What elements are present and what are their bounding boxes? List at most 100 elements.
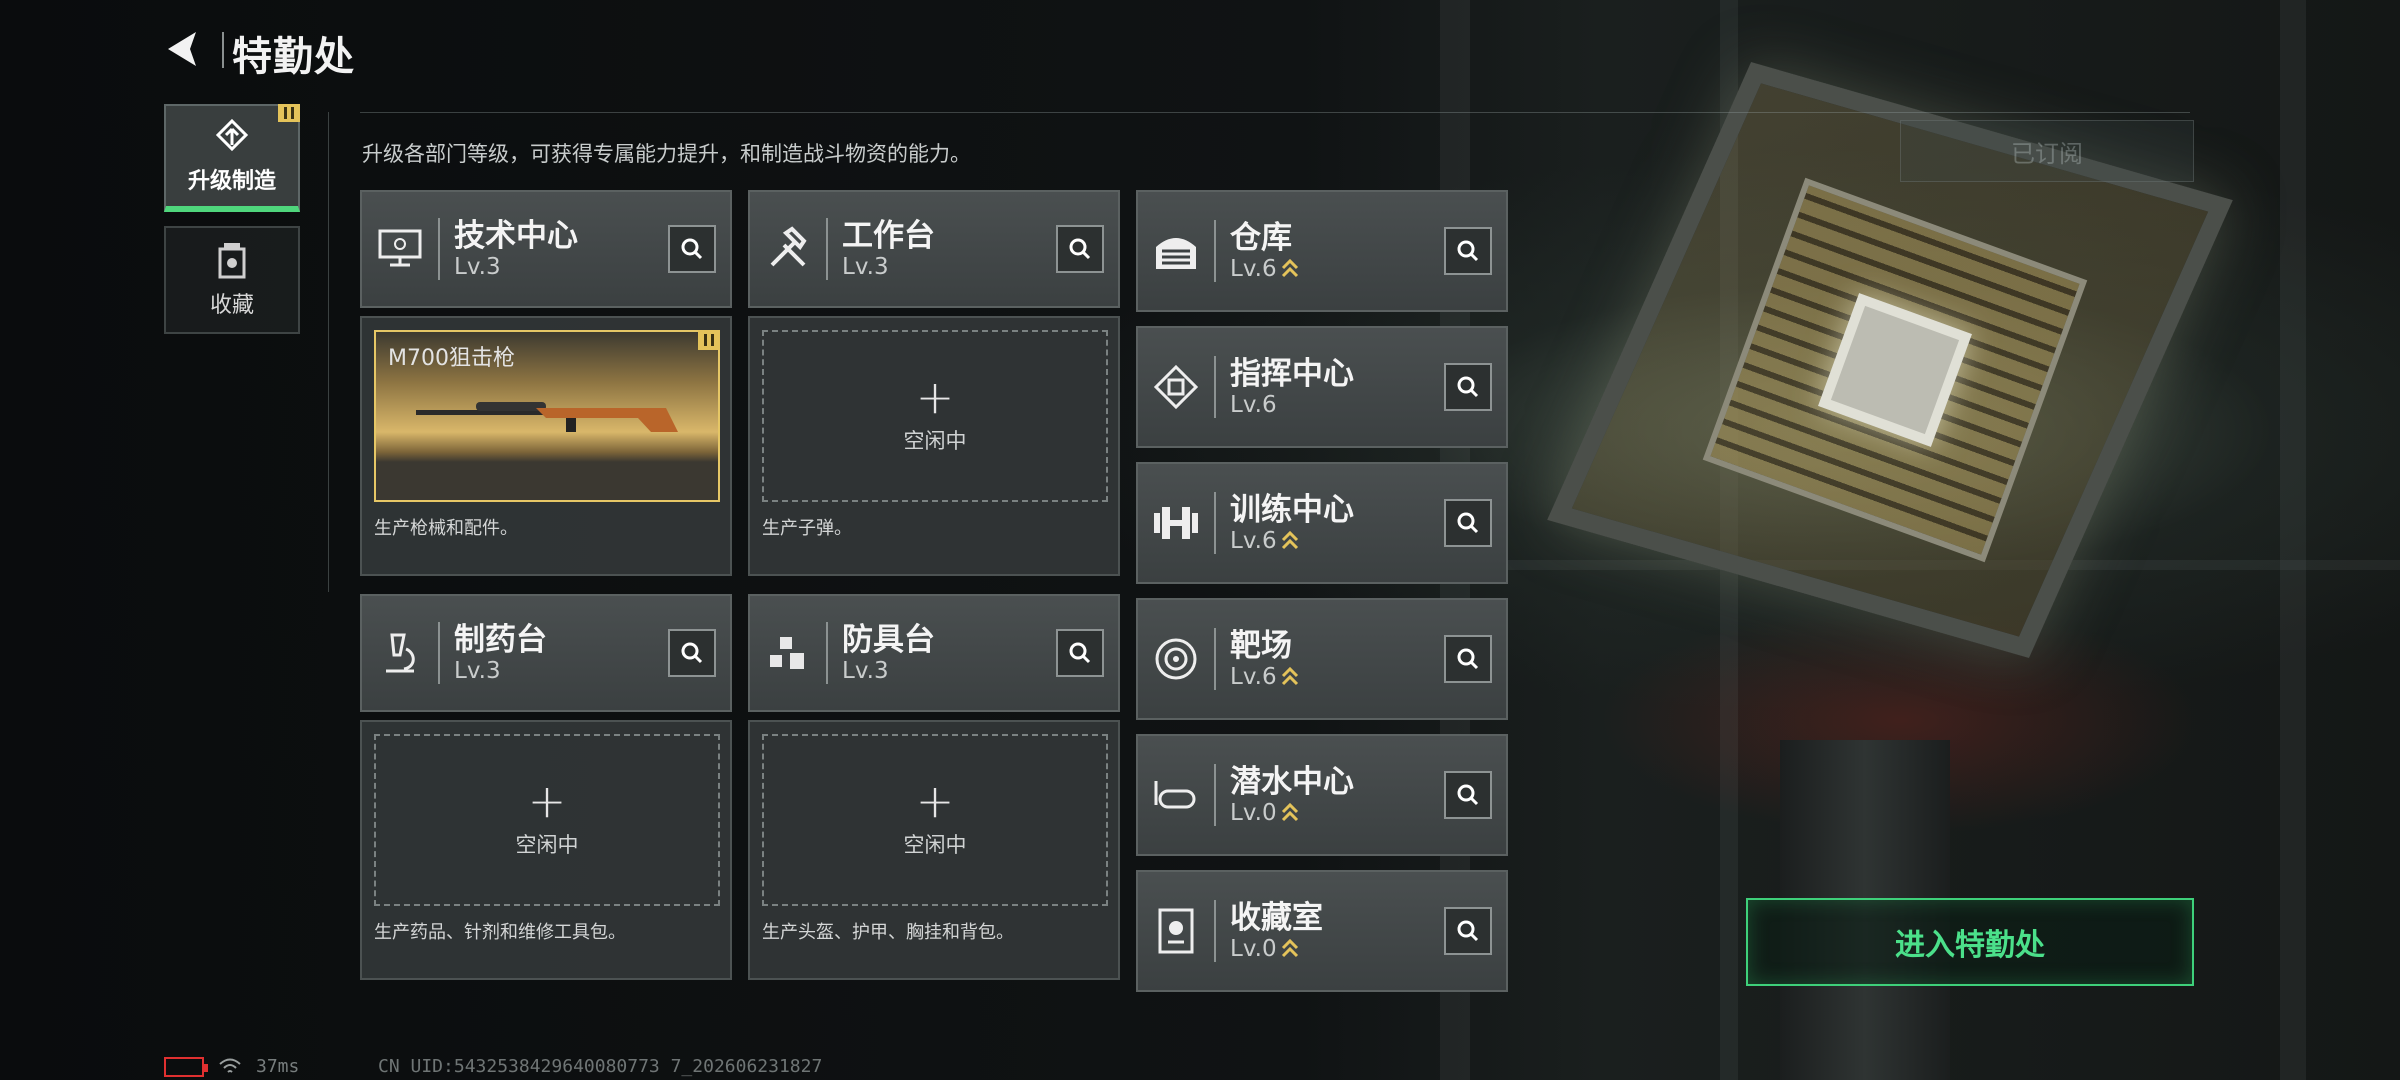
production-slot-filled[interactable]: M700狙击枪: [374, 330, 720, 502]
dumbbell-icon: [1154, 507, 1198, 539]
production-slot-empty[interactable]: + 空闲中: [762, 330, 1108, 502]
wifi-icon: [219, 1058, 241, 1073]
add-icon: +: [915, 370, 955, 424]
dept-level: Lv.0: [1230, 800, 1277, 826]
production-slot-empty[interactable]: + 空闲中: [762, 734, 1108, 906]
production-panel-pharmacy: + 空闲中 生产药品、针剂和维修工具包。: [360, 720, 732, 980]
panel-description: 生产头盔、护甲、胸挂和背包。: [762, 922, 1014, 943]
search-icon: [1457, 648, 1479, 670]
rifle-image: [416, 402, 678, 432]
search-button[interactable]: [1444, 635, 1492, 683]
dept-level: Lv.0: [1230, 936, 1277, 962]
dept-name: 技术中心: [454, 218, 578, 254]
subscribed-button[interactable]: 已订阅: [1900, 120, 2194, 182]
production-slot-empty[interactable]: + 空闲中: [374, 734, 720, 906]
microscope-icon: [386, 633, 415, 673]
search-icon: [681, 238, 703, 260]
upgrade-available-icon: [1281, 938, 1298, 958]
search-button[interactable]: [668, 629, 716, 677]
notice-badge: [698, 330, 720, 350]
slot-status: 空闲中: [903, 833, 967, 857]
production-panel-tech-center: M700狙击枪 生产枪械和配件。: [360, 316, 732, 576]
dept-name: 防具台: [842, 622, 935, 658]
search-button[interactable]: [668, 225, 716, 273]
upgrade-available-icon: [1281, 258, 1298, 278]
search-icon: [1457, 376, 1479, 398]
dept-name: 训练中心: [1230, 492, 1354, 528]
dept-level: Lv.6: [1230, 664, 1277, 690]
panel-description: 生产药品、针剂和维修工具包。: [374, 922, 626, 943]
search-icon: [1457, 784, 1479, 806]
back-arrow-icon[interactable]: [160, 26, 206, 72]
dept-card-warehouse[interactable]: 仓库 Lv.6: [1136, 190, 1508, 312]
status-bar: 37ms: [164, 1056, 299, 1077]
weapon-name: M700狙击枪: [388, 346, 515, 371]
dept-name: 制药台: [454, 622, 547, 658]
user-uid: CN UID:5432538429640080773 7_20260623182…: [378, 1056, 823, 1077]
diving-mask-icon: [1154, 781, 1196, 809]
panel-description: 生产枪械和配件。: [374, 518, 518, 539]
dept-card-diving-center[interactable]: 潜水中心 Lv.0: [1136, 734, 1508, 856]
dept-name: 仓库: [1230, 220, 1292, 256]
dept-level: Lv.3: [454, 658, 501, 684]
title-separator: [222, 32, 224, 68]
dept-name: 靶场: [1230, 628, 1292, 664]
search-button[interactable]: [1444, 227, 1492, 275]
dept-card-collection-room[interactable]: 收藏室 Lv.0: [1136, 870, 1508, 992]
slot-status: 空闲中: [903, 429, 967, 453]
search-button[interactable]: [1444, 499, 1492, 547]
add-icon: +: [527, 774, 567, 828]
tab-label: 升级制造: [187, 169, 276, 194]
dept-card-training-center[interactable]: 训练中心 Lv.6: [1136, 462, 1508, 584]
tab-collection[interactable]: 收藏: [164, 226, 300, 334]
dept-card-tech-center[interactable]: 技术中心 Lv.3: [360, 190, 732, 308]
search-button[interactable]: [1444, 363, 1492, 411]
search-icon: [681, 642, 703, 664]
search-button[interactable]: [1056, 225, 1104, 273]
notice-badge: [278, 104, 300, 122]
search-icon: [1069, 642, 1091, 664]
search-icon: [1457, 512, 1479, 534]
ping-value: 37ms: [256, 1056, 300, 1077]
dept-level: Lv.6: [1230, 256, 1277, 282]
search-icon: [1457, 920, 1479, 942]
dept-name: 工作台: [842, 218, 935, 254]
chip-icon: [1153, 364, 1199, 410]
dept-card-workbench[interactable]: 工作台 Lv.3: [748, 190, 1120, 308]
dept-level: Lv.6: [1230, 392, 1277, 418]
page-title: 特勤处: [232, 34, 355, 80]
dept-card-armor[interactable]: 防具台 Lv.3: [748, 594, 1120, 712]
search-button[interactable]: [1444, 771, 1492, 819]
dept-card-command-center[interactable]: 指挥中心 Lv.6: [1136, 326, 1508, 448]
dept-level: Lv.3: [842, 254, 889, 280]
monitor-icon: [378, 229, 422, 267]
warehouse-icon: [1156, 238, 1196, 269]
dept-level: Lv.3: [842, 658, 889, 684]
upgrade-available-icon: [1281, 802, 1298, 822]
tab-label: 收藏: [209, 293, 254, 318]
collection-icon: [218, 243, 246, 279]
battery-icon: [164, 1056, 208, 1077]
dept-card-shooting-range[interactable]: 靶场 Lv.6: [1136, 598, 1508, 720]
panel-description: 生产子弹。: [762, 518, 852, 539]
dept-name: 收藏室: [1230, 900, 1323, 936]
production-panel-armor: + 空闲中 生产头盔、护甲、胸挂和背包。: [748, 720, 1120, 980]
dept-name: 潜水中心: [1230, 764, 1354, 800]
left-divider: [328, 112, 329, 592]
search-icon: [1069, 238, 1091, 260]
top-divider: [360, 112, 2190, 113]
add-icon: +: [915, 774, 955, 828]
page-description: 升级各部门等级，可获得专属能力提升，和制造战斗物资的能力。: [362, 142, 971, 166]
search-button[interactable]: [1056, 629, 1104, 677]
enter-special-ops-button[interactable]: 进入特勤处: [1746, 898, 2194, 986]
hammer-wrench-icon: [770, 226, 807, 267]
dept-level: Lv.6: [1230, 528, 1277, 554]
search-button[interactable]: [1444, 907, 1492, 955]
dept-card-pharmacy[interactable]: 制药台 Lv.3: [360, 594, 732, 712]
dept-name: 指挥中心: [1230, 356, 1354, 392]
cubes-icon: [770, 637, 804, 669]
dept-level: Lv.3: [454, 254, 501, 280]
upgrade-available-icon: [1281, 666, 1298, 686]
upgrade-available-icon: [1281, 530, 1298, 550]
slot-status: 空闲中: [515, 833, 579, 857]
